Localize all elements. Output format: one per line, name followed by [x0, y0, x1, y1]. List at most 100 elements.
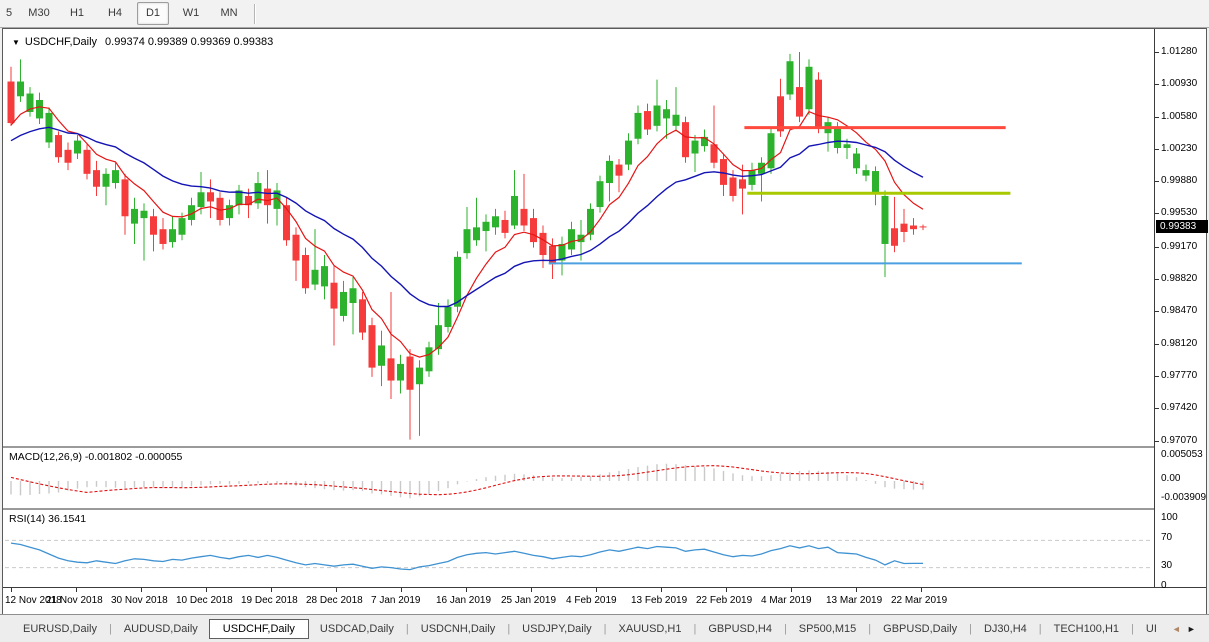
rsi-axis-label: 0: [1161, 580, 1167, 591]
candle: [321, 255, 328, 300]
price-axis[interactable]: 1.01280 1.00930 1.00580 1.00230 0.99880 0.995…: [1154, 29, 1208, 591]
timeframe-button-5[interactable]: 5: [1, 2, 17, 25]
candle: [815, 72, 822, 134]
time-axis-label: 22 Mar 2019: [891, 595, 948, 606]
candle: [691, 135, 699, 172]
time-axis-tick: [76, 588, 77, 592]
chart-tab-eurusd[interactable]: EURUSD,Daily: [12, 620, 108, 638]
chart-tab-usdjpy[interactable]: USDJPY,Daily: [511, 620, 603, 638]
rsi-canvas[interactable]: [3, 510, 1154, 589]
candle: [102, 168, 110, 206]
current-price-tag: 0.99383: [1156, 220, 1208, 234]
candle: [330, 266, 338, 346]
tab-separator: |: [969, 622, 972, 635]
macd-pane-label: MACD(12,26,9) -0.001802 -0.000055: [9, 451, 182, 463]
chart-tab-usdcnh[interactable]: USDCNH,Daily: [410, 620, 507, 638]
price-axis-tick: [1155, 343, 1159, 345]
timeframe-button-m30[interactable]: M30: [23, 2, 55, 25]
tab-separator: |: [1038, 622, 1042, 635]
rsi-axis-label: 100: [1161, 512, 1178, 523]
candle: [74, 135, 81, 160]
price-axis-label: 0.98470: [1161, 305, 1198, 317]
candle: [758, 157, 765, 202]
tab-separator: |: [783, 622, 787, 635]
time-axis-label: 10 Dec 2018: [176, 595, 233, 606]
price-axis-label: 1.01280: [1161, 46, 1198, 57]
chart-tab-sp500[interactable]: SP500,M15: [788, 620, 867, 638]
time-axis-tick: [466, 588, 467, 592]
timeframe-button-mn[interactable]: MN: [213, 2, 245, 25]
timeframe-button-w1[interactable]: W1: [175, 2, 207, 25]
candle: [482, 214, 490, 252]
toolbar-separator: [254, 3, 256, 24]
macd-axis-label: 0.00: [1161, 473, 1181, 484]
tab-scroll-arrows: ◄ ►: [1172, 624, 1196, 634]
tab-scroll-left-icon[interactable]: ◄: [1172, 624, 1181, 634]
candle: [397, 354, 404, 394]
candle: [131, 197, 138, 244]
timeframe-button-d1[interactable]: D1: [137, 2, 169, 25]
candle: [416, 360, 423, 436]
candle: [862, 164, 870, 182]
price-axis-label: 0.99530: [1161, 207, 1198, 219]
candle: [150, 208, 157, 252]
chart-tab-dj30[interactable]: DJ30,H4: [973, 620, 1038, 638]
time-axis-label: 21 Nov 2018: [46, 595, 103, 606]
chart-tab-gbpusd[interactable]: GBPUSD,H4: [697, 620, 783, 638]
chart-tab-usdcad[interactable]: USDCAD,Daily: [309, 620, 405, 638]
price-axis-tick: [1155, 440, 1159, 442]
time-axis-label: 4 Mar 2019: [761, 595, 812, 606]
chart-tab-gbpusd[interactable]: GBPUSD,Daily: [872, 620, 968, 638]
timeframe-button-h4[interactable]: H4: [99, 2, 131, 25]
chart-tab-tech100[interactable]: TECH100,H1: [1043, 620, 1130, 638]
candle: [568, 221, 575, 256]
candle: [368, 317, 376, 377]
candle: [520, 173, 528, 232]
candle: [492, 208, 499, 235]
candle: [292, 227, 300, 281]
timeframe-button-h1[interactable]: H1: [61, 2, 93, 25]
candle: [900, 208, 908, 243]
time-axis-label: 16 Jan 2019: [436, 595, 492, 606]
chart-tab-ui[interactable]: UI: [1135, 620, 1168, 638]
time-axis-label: 7 Jan 2019: [371, 595, 421, 606]
rsi-label: RSI(14): [9, 513, 46, 525]
chart-tab-usdchf[interactable]: USDCHF,Daily: [208, 618, 309, 639]
candle: [796, 52, 803, 123]
rsi-axis-label: 30: [1161, 559, 1173, 571]
candle: [748, 162, 756, 191]
price-axis-tick: [1155, 181, 1159, 183]
time-axis[interactable]: 12 Nov 2018 21 Nov 2018 30 Nov 2018 10 Dec …: [3, 587, 1206, 614]
time-axis-tick: [531, 588, 532, 592]
time-axis-label: 13 Mar 2019: [826, 595, 883, 606]
candle: [625, 133, 632, 171]
candle: [444, 299, 452, 333]
chart-tab-xauusd[interactable]: XAUUSD,H1: [608, 620, 693, 638]
price-axis-label: 0.98120: [1161, 337, 1198, 349]
price-axis-label: 1.00580: [1161, 110, 1198, 122]
symbol-dropdown-icon[interactable]: ▼: [12, 38, 20, 47]
candle: [558, 236, 566, 276]
candle: [159, 218, 167, 250]
tab-separator: |: [405, 622, 409, 635]
macd-axis-label: 0.005053: [1161, 448, 1203, 460]
macd-label: MACD(12,26,9): [9, 451, 82, 463]
price-axis-tick: [1155, 279, 1159, 281]
price-axis-label: 0.99880: [1161, 175, 1198, 187]
candle: [226, 199, 233, 226]
candle: [919, 224, 927, 231]
macd-values: -0.001802 -0.000055: [84, 451, 183, 463]
price-axis-label: 1.00230: [1161, 142, 1198, 154]
rsi-pane: RSI(14) 36.1541: [3, 508, 1154, 589]
candle: [653, 79, 661, 132]
price-axis-tick: [1155, 375, 1159, 377]
candle: [786, 53, 794, 100]
candle: [872, 166, 879, 206]
tab-scroll-right-icon[interactable]: ►: [1187, 624, 1196, 634]
price-chart-canvas[interactable]: [3, 29, 1154, 446]
candle: [302, 247, 309, 294]
candle: [311, 229, 319, 291]
time-axis-tick: [726, 588, 727, 592]
chart-tab-audusd[interactable]: AUDUSD,Daily: [113, 620, 209, 638]
candle: [83, 144, 91, 180]
